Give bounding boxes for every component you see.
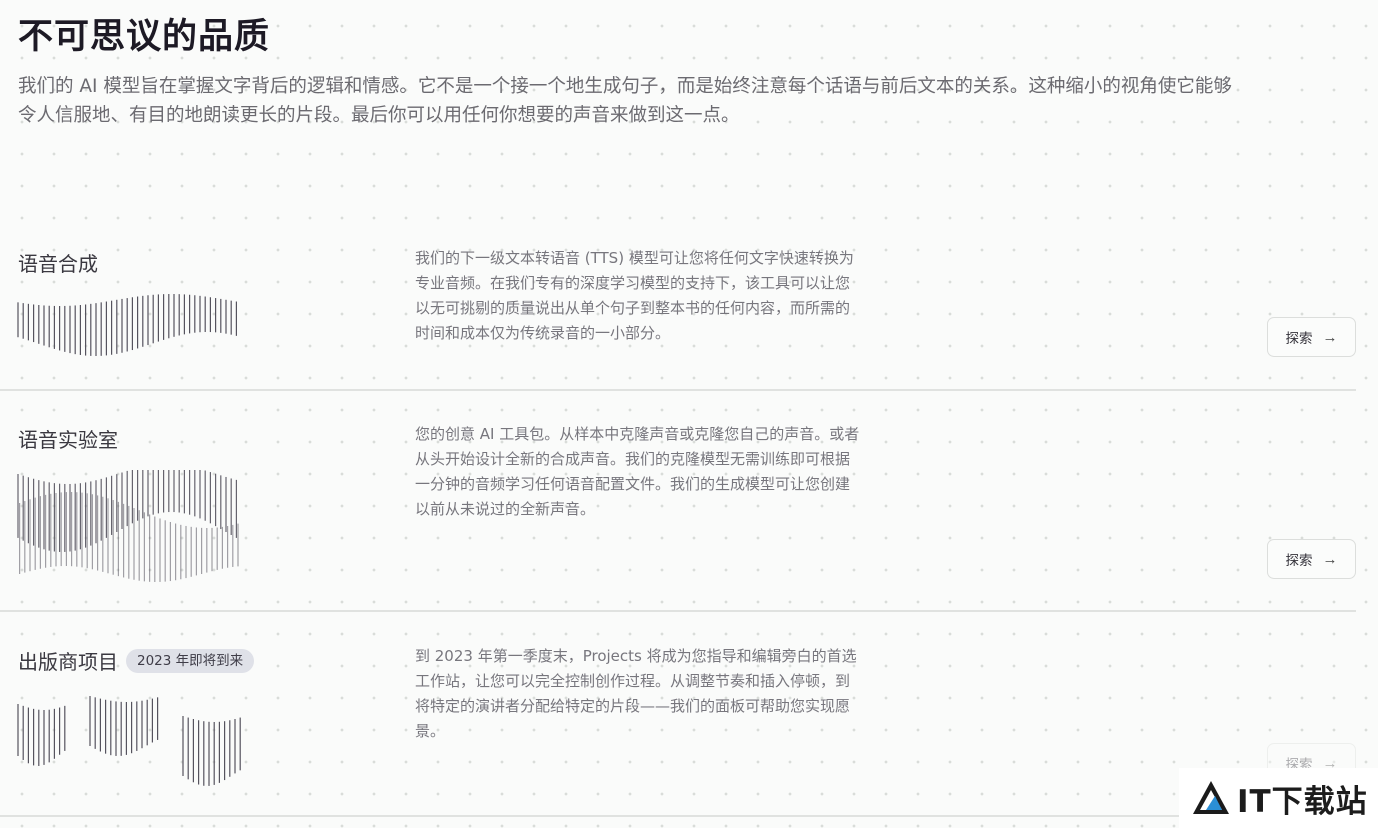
coming-soon-badge: 2023 年即将到来 xyxy=(126,648,255,673)
watermark-text: IT下载站 xyxy=(1237,783,1368,820)
section-divider xyxy=(0,815,1356,817)
section-divider xyxy=(0,389,1356,391)
waveform-icon xyxy=(17,294,237,356)
feature-description: 您的创意 AI 工具包。从样本中克隆声音或克隆您自己的声音。或者从头开始设计全新… xyxy=(415,425,860,518)
feature-speech-synthesis: 语音合成 我们的下一级文本转语音 (TTS) 模型可让您将任何文字快速转换为专业… xyxy=(0,0,1356,392)
feature-title-text: 出版商项目 xyxy=(18,650,118,674)
explore-button-label: 探索 xyxy=(1285,553,1313,568)
feature-publisher-projects: 出版商项目 2023 年即将到来 到 2023 年第一季度末，Projects … xyxy=(0,612,1356,817)
arrow-right-icon: → xyxy=(1322,328,1338,346)
watermark: IT下载站 xyxy=(1179,768,1378,828)
feature-description: 我们的下一级文本转语音 (TTS) 模型可让您将任何文字快速转换为专业音频。在我… xyxy=(415,249,854,342)
explore-button-label: 探索 xyxy=(1285,331,1313,346)
feature-description: 到 2023 年第一季度末，Projects 将成为您指导和编辑旁白的首选工作站… xyxy=(415,647,857,740)
waveform-icon xyxy=(17,470,239,582)
feature-title: 出版商项目 2023 年即将到来 xyxy=(18,646,255,675)
triangle-logo-icon xyxy=(1193,781,1229,814)
feature-title-text: 语音合成 xyxy=(18,252,98,276)
waveform-icon xyxy=(17,696,241,786)
explore-button[interactable]: 探索 → xyxy=(1267,539,1356,579)
feature-title-text: 语音实验室 xyxy=(18,428,118,452)
feature-title: 语音合成 xyxy=(18,248,98,277)
arrow-right-icon: → xyxy=(1322,550,1338,568)
feature-title: 语音实验室 xyxy=(18,424,118,453)
explore-button[interactable]: 探索 → xyxy=(1267,317,1356,357)
feature-voice-lab: 语音实验室 您的创意 AI 工具包。从样本中克隆声音或克隆您自己的声音。或者从头… xyxy=(0,392,1356,612)
